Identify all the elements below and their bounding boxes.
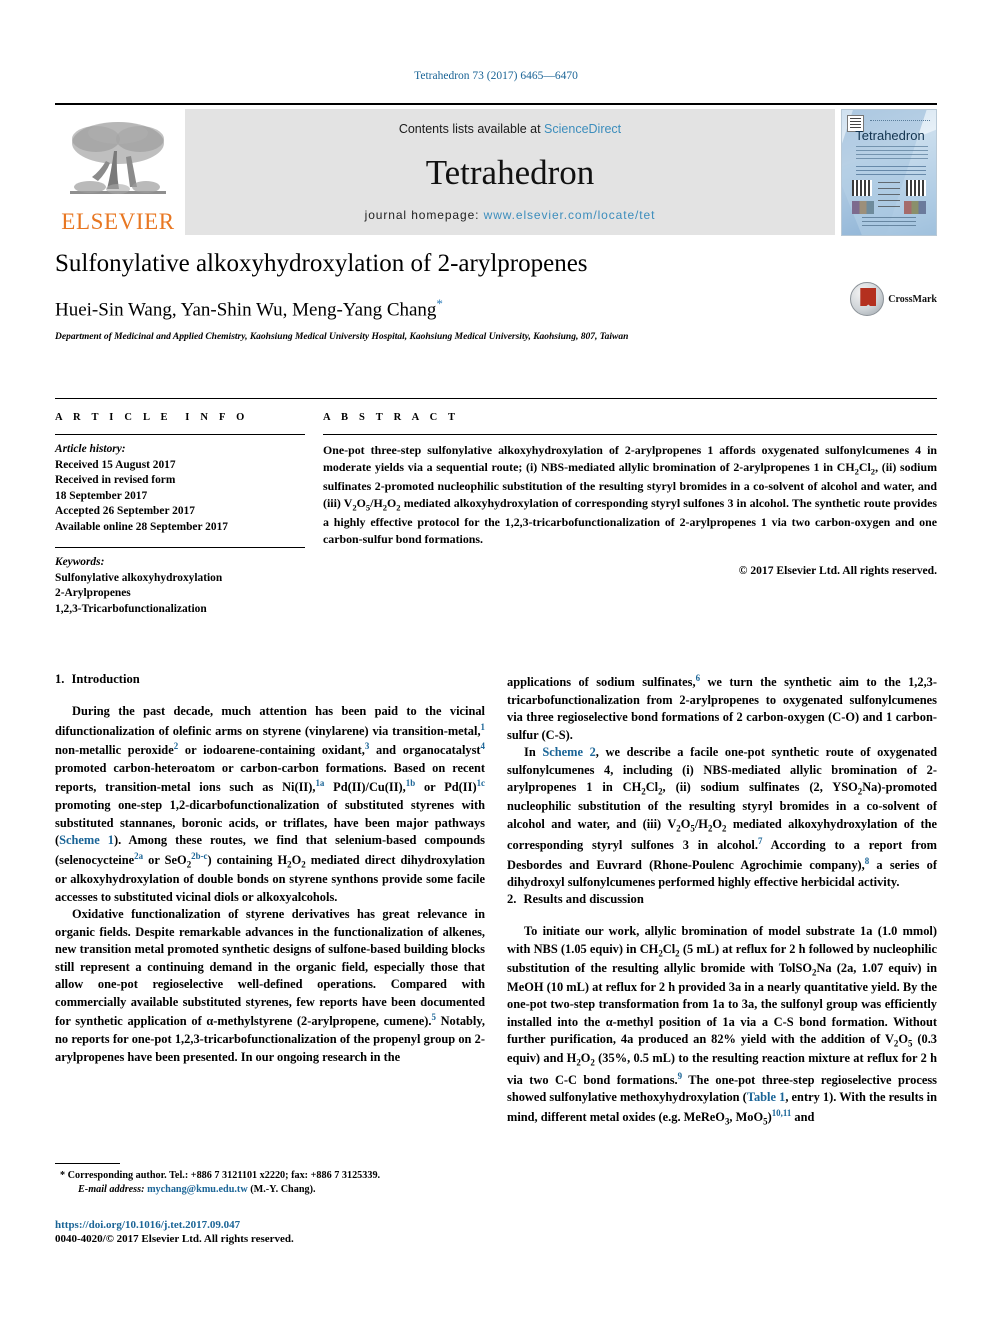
cover-bars xyxy=(906,180,926,196)
paragraph: In Scheme 2, we describe a facile one-po… xyxy=(507,745,938,890)
crossmark-label: CrossMark xyxy=(888,293,937,305)
journal-masthead: ELSEVIER Contents lists available at Sci… xyxy=(55,103,937,236)
article-info-heading: A R T I C L E I N F O xyxy=(55,412,249,423)
section-title: Introduction xyxy=(71,672,140,686)
history-item: 18 September 2017 xyxy=(55,489,148,502)
right-column: applications of sodium sulfinates,6 we t… xyxy=(507,672,937,1272)
email-suffix: (M.-Y. Chang). xyxy=(250,1184,316,1196)
abstract-heading: A B S T R A C T xyxy=(323,412,460,423)
keyword-item: 1,2,3-Tricarbofunctionalization xyxy=(55,602,207,615)
article-info-column: A R T I C L E I N F O Article history: R… xyxy=(55,412,305,617)
issn-copyright-line: 0040-4020/© 2017 Elsevier Ltd. All right… xyxy=(55,1232,294,1245)
journal-homepage-link[interactable]: www.elsevier.com/locate/tet xyxy=(484,208,656,222)
journal-title: Tetrahedron xyxy=(425,152,595,192)
cover-swatches xyxy=(852,201,874,214)
journal-cover-thumbnail[interactable]: Tetrahedron xyxy=(841,109,937,236)
elsevier-wordmark: ELSEVIER xyxy=(61,209,175,234)
email-note: E-mail address: mychang@kmu.edu.tw (M.-Y… xyxy=(55,1183,485,1197)
section-number: 2. xyxy=(507,892,517,906)
section-number: 1. xyxy=(55,672,65,686)
divider xyxy=(55,434,305,435)
asterisk-icon: * xyxy=(60,1170,66,1181)
elsevier-tree-icon xyxy=(66,117,170,209)
cover-figure xyxy=(852,180,926,214)
paragraph: Oxidative functionalization of styrene d… xyxy=(55,907,485,1064)
cover-text-lines xyxy=(856,166,926,175)
cover-journal-title: Tetrahedron xyxy=(855,128,925,143)
history-item: Received 15 August 2017 xyxy=(55,458,176,471)
corresponding-author-note: * Corresponding author. Tel.: +886 7 312… xyxy=(55,1169,485,1183)
keywords-block: Keywords: Sulfonylative alkoxyhydroxylat… xyxy=(55,555,305,617)
running-head: Tetrahedron 73 (2017) 6465—6470 xyxy=(414,70,578,82)
footnote-block: * Corresponding author. Tel.: +886 7 312… xyxy=(55,1163,485,1245)
paper-page: Tetrahedron 73 (2017) 6465—6470 ELSEVIER… xyxy=(0,0,992,1323)
corresponding-author-text: Corresponding author. Tel.: +886 7 31211… xyxy=(67,1170,381,1181)
email-label: E-mail address: xyxy=(78,1184,145,1196)
cover-bars xyxy=(852,180,872,196)
abstract-copyright: © 2017 Elsevier Ltd. All rights reserved… xyxy=(738,563,937,577)
divider xyxy=(55,547,305,548)
paragraph: To initiate our work, allylic brominatio… xyxy=(507,924,938,1127)
article-history: Article history: Received 15 August 2017… xyxy=(55,442,305,535)
info-abstract-row: A R T I C L E I N F O Article history: R… xyxy=(55,398,937,617)
keywords-label: Keywords: xyxy=(55,556,105,568)
footnote-divider xyxy=(55,1163,120,1164)
email-link[interactable]: mychang@kmu.edu.tw xyxy=(147,1184,248,1195)
abstract-column: A B S T R A C T One-pot three-step sulfo… xyxy=(323,412,937,617)
cover-swatches xyxy=(904,201,926,214)
sciencedirect-link[interactable]: ScienceDirect xyxy=(544,122,621,136)
journal-homepage-line: journal homepage: www.elsevier.com/locat… xyxy=(365,208,656,222)
cover-footer-lines xyxy=(862,217,916,227)
article-history-label: Article history: xyxy=(55,443,126,455)
crossmark-icon xyxy=(850,282,885,316)
section-title: Results and discussion xyxy=(523,892,644,906)
affiliation: Department of Medicinal and Applied Chem… xyxy=(55,332,629,343)
author-names: Huei-Sin Wang, Yan-Shin Wu, Meng-Yang Ch… xyxy=(55,299,437,321)
corresponding-author-marker: * xyxy=(436,295,443,311)
contents-prefix: Contents lists available at xyxy=(398,122,545,136)
crossmark-badge[interactable]: CrossMark xyxy=(850,282,937,316)
keyword-item: Sulfonylative alkoxyhydroxylation xyxy=(55,571,223,584)
divider xyxy=(323,434,937,435)
section-heading-results: 2. Results and discussion xyxy=(507,892,937,907)
keyword-item: 2-Arylpropenes xyxy=(55,587,131,599)
title-block: CrossMark Sulfonylative alkoxyhydroxylat… xyxy=(55,250,937,342)
paragraph: During the past decade, much attention h… xyxy=(55,704,485,904)
cover-figure-center xyxy=(878,182,900,208)
paragraph: applications of sodium sulfinates,6 we t… xyxy=(507,673,937,742)
publisher-logo-block: ELSEVIER xyxy=(55,109,181,235)
abstract-text: One-pot three-step sulfonylative alkoxyh… xyxy=(323,443,938,546)
history-item: Received in revised form xyxy=(55,474,176,486)
doi-block: https://doi.org/10.1016/j.tet.2017.09.04… xyxy=(55,1219,485,1245)
history-item: Accepted 26 September 2017 xyxy=(55,505,195,517)
masthead-band: Contents lists available at ScienceDirec… xyxy=(185,109,835,235)
history-item: Available online 28 September 2017 xyxy=(55,520,228,533)
cover-rule xyxy=(870,120,930,121)
homepage-prefix: journal homepage: xyxy=(364,208,484,222)
page-title: Sulfonylative alkoxyhydroxylation of 2-a… xyxy=(55,250,588,277)
cover-subtitle-lines xyxy=(856,146,928,160)
contents-available-line: Contents lists available at ScienceDirec… xyxy=(399,122,621,136)
author-list: Huei-Sin Wang, Yan-Shin Wu, Meng-Yang Ch… xyxy=(55,296,937,321)
doi-link[interactable]: https://doi.org/10.1016/j.tet.2017.09.04… xyxy=(55,1219,485,1231)
section-heading-introduction: 1. Introduction xyxy=(55,672,485,687)
